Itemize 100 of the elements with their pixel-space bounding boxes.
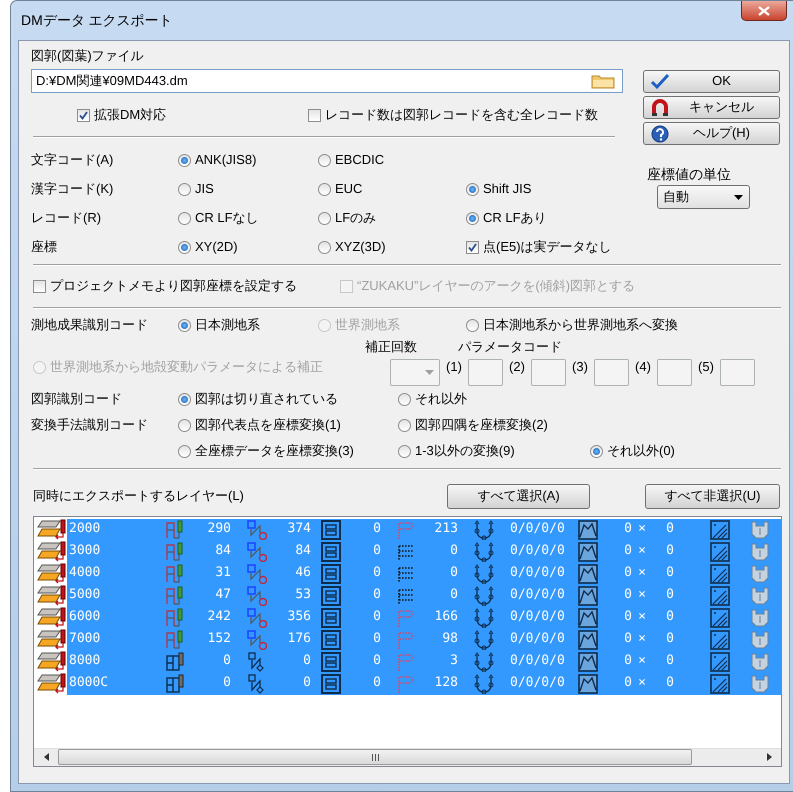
help-button[interactable]: ヘルプ(H) [643, 122, 780, 145]
layer-icon [36, 673, 66, 694]
mark-cell-text: × [637, 631, 647, 648]
option-label: 図郭代表点を座標変換(1) [195, 417, 341, 434]
row-label: 文字コード(A) [31, 152, 114, 169]
ok-button[interactable]: OK [643, 70, 780, 93]
layer-row[interactable]: 7000 152 176 0 98 0/0/0/0 0 × 0 [67, 628, 781, 651]
slope-icon [710, 674, 730, 694]
count-cell-text: 213 [434, 521, 459, 538]
layer-row[interactable]: 4000 31 46 0 0 0/0/0/0 0 × 0 [67, 562, 781, 585]
radio-button[interactable] [178, 212, 191, 225]
radio-button[interactable] [318, 182, 331, 196]
curve-icon [474, 652, 494, 672]
layer-row[interactable]: 5000 47 53 0 0 0/0/0/0 0 × 0 [67, 584, 781, 607]
radio-button[interactable] [398, 419, 411, 432]
radio-button[interactable] [178, 445, 191, 458]
count-cell-text: 31 [214, 565, 232, 582]
radio-button[interactable] [178, 154, 191, 167]
radio-button[interactable] [318, 240, 331, 254]
area-icon [321, 630, 341, 650]
param-field[interactable] [531, 358, 566, 386]
count-cell-text: 84 [294, 543, 312, 560]
scrollbar-thumb[interactable] [58, 749, 692, 766]
count-cell-text: 0 [449, 565, 459, 582]
graph-icon [578, 608, 598, 628]
slope-icon [710, 520, 730, 540]
param-field[interactable] [657, 358, 692, 386]
radio-button[interactable] [466, 319, 479, 332]
radio-button[interactable] [466, 182, 479, 196]
file-field[interactable]: D:¥DM関連¥09MD443.dm [31, 68, 623, 93]
option-label: XYZ(3D) [335, 238, 386, 256]
close-button[interactable] [741, 1, 787, 21]
row-label: 座標 [31, 238, 58, 256]
curve-icon [474, 564, 494, 584]
param-field[interactable] [594, 358, 629, 386]
count-cell-text: 0 [372, 587, 382, 604]
option-label: “ZUKAKU”レイヤーのアークを(傾斜)図郭とする [357, 278, 636, 296]
count-cell-text: 53 [294, 587, 312, 604]
building-icon [750, 674, 770, 694]
param-field[interactable] [468, 358, 503, 386]
curve-icon [474, 586, 494, 606]
count-cell-text: 46 [294, 565, 312, 582]
option-label: JIS [195, 180, 214, 198]
value-cell-text: 0/0/0/0 [509, 587, 566, 604]
param-label: (4) [634, 358, 652, 376]
count-cell-text: 0 [222, 675, 232, 692]
area-icon [321, 652, 341, 672]
slope-icon [710, 630, 730, 650]
radio-button[interactable] [178, 240, 191, 254]
count-cell-text: 0 [623, 565, 632, 582]
radio-button[interactable] [398, 445, 411, 458]
checkbox[interactable] [77, 109, 90, 122]
layer-row[interactable]: 8000C 0 0 0 128 0/0/0/0 0 × 0 [67, 672, 781, 695]
layer-row[interactable]: 3000 84 84 0 0 0/0/0/0 0 × 0 [67, 540, 781, 563]
count-cell-text: 0 [623, 609, 632, 626]
checkbox[interactable] [33, 280, 46, 294]
radio-button[interactable] [318, 154, 331, 167]
option-label: Shift JIS [483, 180, 532, 198]
select-button[interactable]: すべて非選択(U) [645, 484, 780, 509]
mark-cell-text: × [637, 521, 647, 538]
line-icon [247, 586, 267, 606]
folder-icon[interactable] [591, 72, 615, 89]
option-label: 世界測地系 [335, 317, 400, 334]
line-icon [247, 608, 267, 628]
checkbox[interactable] [466, 240, 479, 254]
value-cell-text: 0/0/0/0 [509, 543, 566, 560]
radio-button[interactable] [318, 212, 331, 225]
radio-button[interactable] [178, 319, 191, 332]
window-title: DMデータ エクスポート [20, 11, 173, 30]
radio-button[interactable] [398, 393, 411, 406]
checkbox[interactable] [308, 109, 321, 122]
building-icon [750, 630, 770, 650]
count-cell-text: 0 [623, 675, 632, 692]
cancel-button[interactable]: キャンセル [643, 96, 780, 119]
area-icon [321, 542, 341, 562]
radio-button[interactable] [178, 419, 191, 432]
curve-icon [474, 630, 494, 650]
radio-button[interactable] [178, 393, 191, 406]
mark-cell-text: × [637, 565, 647, 582]
param-label: (3) [571, 358, 589, 376]
layer-row[interactable]: 2000 290 374 0 213 0/0/0/0 0 × 0 [67, 518, 781, 541]
help-icon [650, 124, 670, 142]
layer-row[interactable]: 8000 0 0 0 3 0/0/0/0 0 × 0 [67, 650, 781, 673]
value-cell-text: 0/0/0/0 [509, 675, 566, 692]
unit-dropdown[interactable]: 自動 [657, 185, 750, 210]
count-cell-text: 0 [302, 653, 312, 670]
mark-cell-text: × [637, 543, 647, 560]
layer-row[interactable]: 6000 242 356 0 166 0/0/0/0 0 × 0 [67, 606, 781, 629]
left-arrow-icon [44, 753, 48, 762]
radio-button[interactable] [178, 182, 191, 196]
radio-button[interactable] [590, 445, 603, 458]
select-button[interactable]: すべて選択(A) [447, 484, 590, 509]
value-cell-text: 0/0/0/0 [509, 565, 566, 582]
option-label: 点(E5)は実データなし [483, 238, 612, 256]
radio-button[interactable] [466, 212, 479, 225]
count-cell-text: 0 [302, 675, 312, 692]
layer-name: 2000 [68, 521, 102, 538]
param-field[interactable] [720, 358, 755, 386]
option-label: プロジェクトメモより図郭座標を設定する [50, 278, 297, 296]
option-label: EUC [335, 180, 362, 198]
